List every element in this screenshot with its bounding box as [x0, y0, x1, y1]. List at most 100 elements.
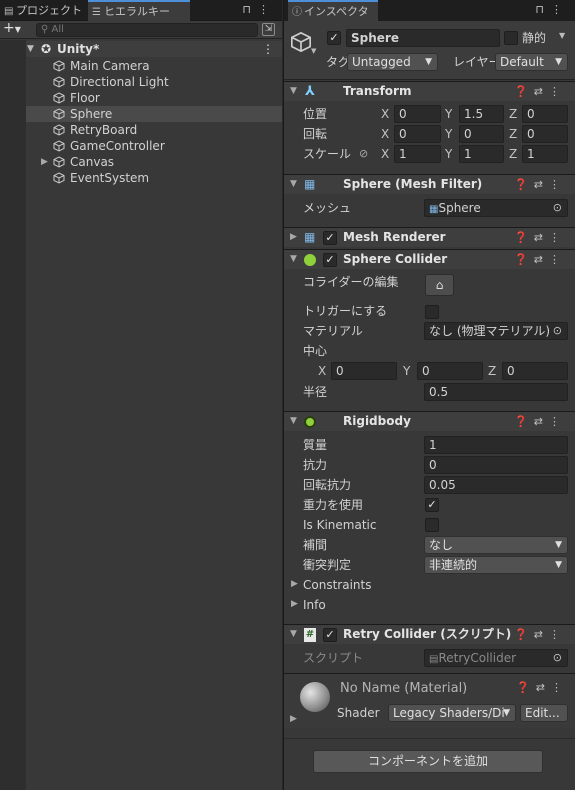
add-component-button[interactable]: コンポーネントを追加 [313, 750, 543, 773]
shader-edit-button[interactable]: Edit... [520, 704, 568, 722]
center-x-field[interactable]: 0 [331, 362, 397, 380]
expand-triangle-icon[interactable]: ▼ [290, 82, 297, 101]
kebab-menu-icon[interactable]: ⋮ [549, 253, 566, 266]
kebab-menu-icon[interactable]: ⋮ [549, 628, 566, 641]
expand-triangle-icon[interactable]: ▼ [290, 625, 297, 644]
transform-header[interactable]: ▼ ⅄ Transform ❓⇄⋮ [284, 81, 575, 101]
static-checkbox[interactable] [504, 31, 518, 45]
hierarchy-item-directional-light[interactable]: Directional Light [26, 74, 282, 90]
hierarchy-item-retryboard[interactable]: RetryBoard [26, 122, 282, 138]
presets-icon[interactable]: ⇄ [534, 231, 549, 244]
collision-detection-dropdown[interactable]: 非連続的 ▼ [424, 556, 568, 574]
interpolate-dropdown[interactable]: なし ▼ [424, 536, 568, 554]
hierarchy-item-canvas[interactable]: ▶ Canvas [26, 154, 282, 170]
rigidbody-header[interactable]: ▼ Rigidbody ❓⇄⋮ [284, 411, 575, 431]
retry-collider-header[interactable]: ▼ # ✓ Retry Collider (スクリプト) ❓⇄⋮ [284, 624, 575, 644]
axis-y-label[interactable]: Y [445, 125, 452, 143]
expand-triangle-icon[interactable]: ▼ [27, 41, 34, 57]
search-scene-icon[interactable]: ⇲ [262, 23, 275, 36]
axis-z-label[interactable]: Z [509, 145, 517, 163]
scene-menu-icon[interactable]: ⋮ [262, 41, 274, 57]
center-y-field[interactable]: 0 [417, 362, 483, 380]
sphere-collider-enabled-checkbox[interactable]: ✓ [323, 253, 337, 267]
mesh-renderer-enabled-checkbox[interactable]: ✓ [323, 231, 337, 245]
axis-y-label[interactable]: Y [403, 362, 410, 380]
help-icon[interactable]: ❓ [516, 681, 536, 694]
scale-x-field[interactable]: 1 [394, 145, 441, 163]
expand-triangle-icon[interactable]: ▼ [290, 250, 297, 269]
mass-field[interactable]: 1 [424, 436, 568, 454]
presets-icon[interactable]: ⇄ [534, 628, 549, 641]
hierarchy-item-main-camera[interactable]: Main Camera [26, 58, 282, 74]
kebab-menu-icon[interactable]: ⋮ [549, 231, 566, 244]
gameobject-cube-icon[interactable] [290, 31, 312, 53]
hierarchy-item-sphere[interactable]: Sphere [26, 106, 282, 122]
lock-icon[interactable]: ⊓ [535, 3, 551, 16]
expand-triangle-icon[interactable]: ▶ [291, 579, 298, 589]
rotation-x-field[interactable]: 0 [394, 125, 441, 143]
axis-y-label[interactable]: Y [445, 145, 452, 163]
mesh-renderer-header[interactable]: ▶ ▦ ✓ Mesh Renderer ❓⇄⋮ [284, 227, 575, 247]
help-icon[interactable]: ❓ [514, 253, 534, 266]
radius-field[interactable]: 0.5 [424, 383, 568, 401]
expand-triangle-icon[interactable]: ▶ [290, 714, 297, 724]
layer-dropdown[interactable]: Default ▼ [495, 53, 568, 71]
tab-project[interactable]: ▤ プロジェクト [0, 0, 86, 21]
help-icon[interactable]: ❓ [514, 415, 534, 428]
help-icon[interactable]: ❓ [514, 178, 534, 191]
kebab-menu-icon[interactable]: ⋮ [549, 178, 566, 191]
add-object-button[interactable]: +▼ [3, 20, 21, 36]
constrain-proportions-icon[interactable]: ⊘ [359, 147, 368, 160]
axis-z-label[interactable]: Z [509, 105, 517, 123]
help-icon[interactable]: ❓ [514, 628, 534, 641]
scene-row[interactable]: ▼ ✪ Unity* ⋮ [26, 41, 282, 57]
sphere-collider-header[interactable]: ▼ ✓ Sphere Collider ❓⇄⋮ [284, 249, 575, 269]
hierarchy-item-gamecontroller[interactable]: GameController [26, 138, 282, 154]
scale-z-field[interactable]: 1 [522, 145, 568, 163]
constraints-foldout[interactable]: Constraints [303, 577, 371, 593]
axis-x-label[interactable]: X [318, 362, 326, 380]
axis-z-label[interactable]: Z [488, 362, 496, 380]
kebab-menu-icon[interactable]: ⋮ [258, 3, 276, 16]
kebab-menu-icon[interactable]: ⋮ [551, 681, 568, 694]
presets-icon[interactable]: ⇄ [534, 415, 549, 428]
retry-collider-enabled-checkbox[interactable]: ✓ [323, 628, 337, 642]
scale-y-field[interactable]: 1 [459, 145, 504, 163]
static-dropdown-icon[interactable]: ▼ [559, 31, 565, 40]
object-name-field[interactable]: Sphere [346, 29, 500, 47]
axis-x-label[interactable]: X [381, 105, 389, 123]
hierarchy-item-floor[interactable]: Floor [26, 90, 282, 106]
presets-icon[interactable]: ⇄ [534, 253, 549, 266]
expand-triangle-icon[interactable]: ▼ [290, 175, 297, 194]
presets-icon[interactable]: ⇄ [536, 681, 551, 694]
mesh-filter-header[interactable]: ▼ ▦ Sphere (Mesh Filter) ❓⇄⋮ [284, 174, 575, 194]
object-picker-icon[interactable]: ⊙ [553, 323, 562, 339]
rotation-z-field[interactable]: 0 [522, 125, 568, 143]
expand-triangle-icon[interactable]: ▶ [41, 154, 48, 170]
presets-icon[interactable]: ⇄ [534, 178, 549, 191]
position-x-field[interactable]: 0 [394, 105, 441, 123]
is-kinematic-checkbox[interactable] [425, 518, 439, 532]
hierarchy-item-eventsystem[interactable]: EventSystem [26, 170, 282, 186]
expand-triangle-icon[interactable]: ▶ [291, 599, 298, 609]
rotation-y-field[interactable]: 0 [459, 125, 504, 143]
help-icon[interactable]: ❓ [514, 231, 534, 244]
position-y-field[interactable]: 1.5 [459, 105, 504, 123]
tag-dropdown[interactable]: Untagged ▼ [347, 53, 438, 71]
lock-icon[interactable]: ⊓ [242, 3, 258, 16]
expand-triangle-icon[interactable]: ▼ [290, 412, 297, 431]
axis-x-label[interactable]: X [381, 145, 389, 163]
drag-field[interactable]: 0 [424, 456, 568, 474]
axis-x-label[interactable]: X [381, 125, 389, 143]
is-trigger-checkbox[interactable] [425, 305, 439, 319]
tab-inspector[interactable]: ⓘインスペクター [288, 0, 378, 38]
edit-collider-button[interactable]: ⌂ [425, 274, 454, 296]
object-picker-icon[interactable]: ⊙ [553, 200, 562, 216]
collider-material-field[interactable]: なし (物理マテリアル) ⊙ [424, 322, 568, 340]
kebab-menu-icon[interactable]: ⋮ [551, 3, 569, 16]
center-z-field[interactable]: 0 [502, 362, 568, 380]
active-checkbox[interactable]: ✓ [327, 31, 341, 45]
axis-y-label[interactable]: Y [445, 105, 452, 123]
presets-icon[interactable]: ⇄ [534, 85, 549, 98]
tab-hierarchy[interactable]: ☰ ヒエラルキー [88, 0, 190, 21]
